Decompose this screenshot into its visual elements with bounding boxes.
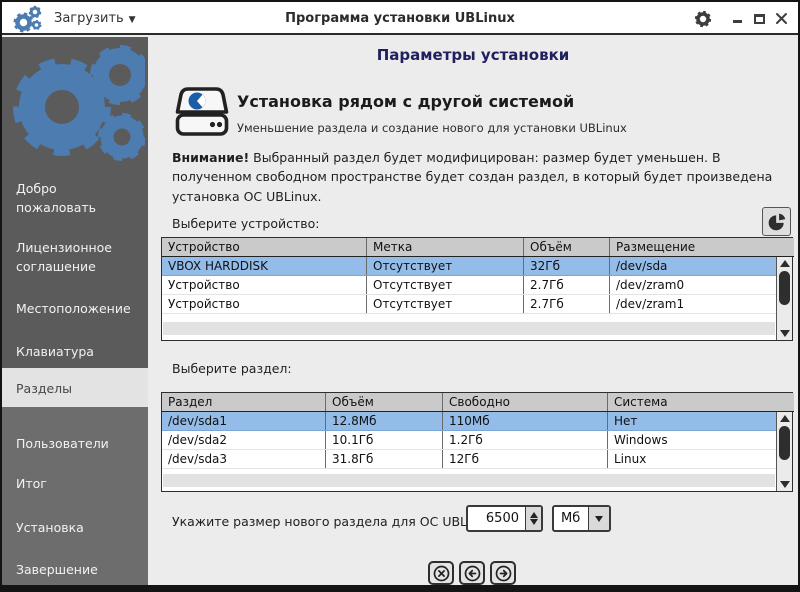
scroll-up-icon[interactable] <box>780 415 790 422</box>
partition-table-scrollbar[interactable] <box>776 412 792 491</box>
unit-value: Мб <box>554 507 588 530</box>
empty-row-stripe <box>163 474 775 487</box>
col-header[interactable]: Объём <box>524 238 610 256</box>
partition-table-header: Раздел Объём Свободно Система <box>162 393 794 412</box>
warning-text: Внимание! Выбранный раздел будет модифиц… <box>172 148 780 206</box>
minimize-icon <box>733 20 742 23</box>
hard-drive-icon <box>175 86 229 138</box>
cancel-circle-icon <box>433 565 450 582</box>
partition-row[interactable]: /dev/sda2 10.1Гб 1.2Гб Windows <box>162 431 778 450</box>
titlebar: Загрузить ▼ Программа установки UBLinux <box>2 2 798 35</box>
arrow-right-circle-icon <box>495 565 512 582</box>
sidebar-item-partitions[interactable]: Разделы <box>2 368 148 407</box>
spin-down-icon[interactable] <box>530 519 538 525</box>
partition-table-label: Выберите раздел: <box>172 361 292 376</box>
gear-icon <box>694 10 712 28</box>
device-table-header: Устройство Метка Объём Размещение <box>162 238 794 257</box>
chevron-down-icon: ▼ <box>129 15 136 25</box>
col-header[interactable]: Размещение <box>610 238 794 256</box>
maximize-button[interactable] <box>750 10 768 28</box>
col-header[interactable]: Метка <box>367 238 524 256</box>
spin-up-icon[interactable] <box>530 512 538 518</box>
col-header[interactable]: Раздел <box>162 393 326 411</box>
sidebar-steps: Добро пожаловать Лицензионное соглашение… <box>2 37 148 585</box>
sidebar-item-keyboard[interactable]: Клавиатура <box>2 342 148 361</box>
col-header[interactable]: Система <box>608 393 794 411</box>
scroll-down-icon[interactable] <box>780 481 790 488</box>
scroll-down-icon[interactable] <box>780 330 790 337</box>
wizard-nav-buttons <box>428 561 516 585</box>
sidebar-item-summary[interactable]: Итог <box>2 474 148 493</box>
back-button[interactable] <box>459 561 485 585</box>
app-logo-gears-icon <box>12 5 42 33</box>
page-title: Параметры установки <box>148 46 798 64</box>
sidebar-gears-icon <box>10 45 145 163</box>
col-header[interactable]: Свободно <box>443 393 608 411</box>
next-button[interactable] <box>490 561 516 585</box>
partition-table: Раздел Объём Свободно Система /dev/sda1 … <box>161 392 793 492</box>
pie-chart-icon <box>767 212 787 232</box>
load-menu-label: Загрузить <box>54 11 124 26</box>
device-row-selected[interactable]: VBOX HARDDISK Отсутствует 32Гб /dev/sda <box>162 257 778 276</box>
partition-row-selected[interactable]: /dev/sda1 12.8Мб 110Мб Нет <box>162 412 778 431</box>
scrollbar-thumb[interactable] <box>779 271 790 305</box>
settings-gear-button[interactable] <box>694 10 712 28</box>
sidebar-item-location[interactable]: Местоположение <box>2 299 148 318</box>
device-table-label: Выберите устройство: <box>172 216 320 231</box>
scrollbar-thumb[interactable] <box>779 426 790 460</box>
maximize-icon <box>754 14 765 24</box>
size-label: Укажите размер нового раздела для ОС UBL… <box>172 514 498 529</box>
empty-row-stripe <box>163 322 775 335</box>
col-header[interactable]: Объём <box>326 393 443 411</box>
chevron-down-icon <box>595 516 603 522</box>
col-header[interactable]: Устройство <box>162 238 367 256</box>
device-table: Устройство Метка Объём Размещение VBOX H… <box>161 237 793 341</box>
close-button[interactable] <box>772 10 790 28</box>
warning-bold: Внимание! <box>172 150 249 165</box>
minimize-button[interactable] <box>728 10 746 28</box>
sidebar-item-welcome[interactable]: Добро пожаловать <box>2 179 148 217</box>
sidebar-item-license[interactable]: Лицензионное соглашение <box>2 238 148 276</box>
device-row[interactable]: Устройство Отсутствует 2.7Гб /dev/zram1 <box>162 295 778 314</box>
scroll-up-icon[interactable] <box>780 260 790 267</box>
installer-window: Загрузить ▼ Программа установки UBLinux <box>0 0 800 592</box>
sidebar-item-finish[interactable]: Завершение <box>2 560 148 579</box>
sidebar-item-users[interactable]: Пользователи <box>2 434 148 453</box>
option-subtitle: Уменьшение раздела и создание нового для… <box>237 121 627 135</box>
size-spinbox[interactable]: 6500 <box>466 505 543 532</box>
device-row[interactable]: Устройство Отсутствует 2.7Гб /dev/zram0 <box>162 276 778 295</box>
main-content: Параметры установки Установка рядом с др… <box>148 37 798 585</box>
cancel-button[interactable] <box>428 561 454 585</box>
close-icon <box>775 12 788 25</box>
size-value[interactable]: 6500 <box>468 507 525 530</box>
option-title: Установка рядом с другой системой <box>237 92 574 111</box>
window-title: Программа установки UBLinux <box>152 2 648 35</box>
titlebar-controls <box>690 2 790 35</box>
device-table-scrollbar[interactable] <box>776 257 792 340</box>
sidebar-item-install[interactable]: Установка <box>2 518 148 537</box>
load-menu-button[interactable]: Загрузить ▼ <box>54 2 136 35</box>
arrow-left-circle-icon <box>464 565 481 582</box>
window-frame: Загрузить ▼ Программа установки UBLinux <box>2 2 798 585</box>
dropdown-arrow-button[interactable] <box>588 507 609 530</box>
spinbox-arrows[interactable] <box>525 507 541 530</box>
disk-usage-button[interactable] <box>762 207 791 236</box>
unit-dropdown[interactable]: Мб <box>552 505 611 532</box>
partition-row[interactable]: /dev/sda3 31.8Гб 12Гб Linux <box>162 450 778 469</box>
